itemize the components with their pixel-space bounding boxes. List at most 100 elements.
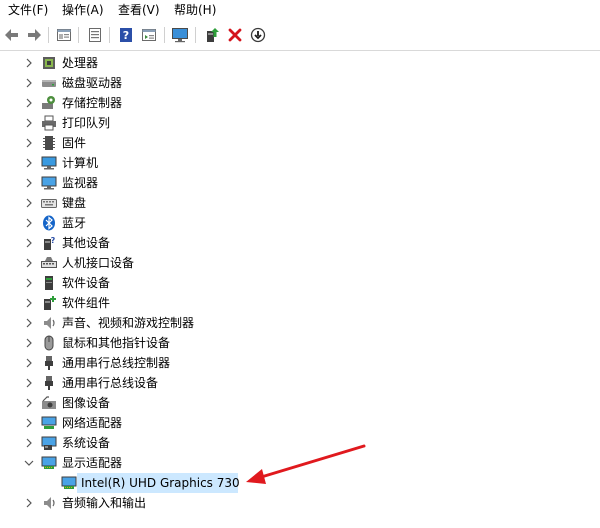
- firmware-icon: [43, 136, 55, 150]
- tree-item-disk-drives[interactable]: 磁盘驱动器: [0, 73, 600, 93]
- graphics-card-icon: [61, 476, 77, 489]
- details-icon[interactable]: [139, 25, 159, 45]
- tree-item-label: 打印队列: [62, 116, 111, 130]
- toolbar-separator: [48, 27, 49, 43]
- chevron-right-icon[interactable]: [23, 417, 35, 429]
- tree-item-label: 其他设备: [62, 236, 111, 250]
- tree-item-label: 人机接口设备: [62, 256, 135, 270]
- computer-icon: [41, 156, 57, 170]
- chevron-right-icon[interactable]: [23, 197, 35, 209]
- download-icon[interactable]: [248, 25, 268, 45]
- chevron-right-icon[interactable]: [23, 437, 35, 449]
- monitor-icon[interactable]: [170, 25, 190, 45]
- device-tree: 处理器 磁盘驱动器 存储控制器 打印队列 固件 计算机 监视器 键盘 蓝牙 ? …: [0, 51, 600, 528]
- monitor-icon: [41, 176, 57, 190]
- system-device-icon: [41, 436, 57, 450]
- list-icon[interactable]: [85, 25, 105, 45]
- camera-icon: [42, 396, 56, 409]
- tree-item-software-devices[interactable]: 软件设备: [0, 273, 600, 293]
- tree-item-display-adapters[interactable]: 显示适配器: [0, 453, 600, 473]
- mouse-icon: [44, 335, 54, 351]
- tree-item-network-adapters[interactable]: 网络适配器: [0, 413, 600, 433]
- toolbar: ?: [0, 22, 600, 48]
- tree-item-hid[interactable]: 人机接口设备: [0, 253, 600, 273]
- chevron-right-icon[interactable]: [23, 337, 35, 349]
- uninstall-icon[interactable]: [225, 25, 245, 45]
- tree-item-storage-controllers[interactable]: 存储控制器: [0, 93, 600, 113]
- printer-icon: [42, 115, 56, 131]
- tree-item-firmware[interactable]: 固件: [0, 133, 600, 153]
- tree-item-label: 蓝牙: [62, 216, 87, 230]
- tree-item-processor[interactable]: 处理器: [0, 53, 600, 73]
- tree-item-label: 处理器: [62, 56, 99, 70]
- tree-item-print-queues[interactable]: 打印队列: [0, 113, 600, 133]
- chevron-right-icon[interactable]: [23, 297, 35, 309]
- chevron-right-icon[interactable]: [23, 257, 35, 269]
- chevron-right-icon[interactable]: [23, 397, 35, 409]
- chevron-right-icon[interactable]: [23, 377, 35, 389]
- tree-item-keyboards[interactable]: 键盘: [0, 193, 600, 213]
- tree-item-system-devices[interactable]: 系统设备: [0, 433, 600, 453]
- processor-icon: [43, 57, 55, 69]
- tree-item-mice[interactable]: 鼠标和其他指针设备: [0, 333, 600, 353]
- storage-controller-icon: [42, 96, 55, 109]
- tree-item-other-devices[interactable]: ? 其他设备: [0, 233, 600, 253]
- tree-item-label: 显示适配器: [62, 456, 123, 470]
- svg-text:?: ?: [123, 29, 129, 42]
- toolbar-separator: [164, 27, 165, 43]
- other-devices-icon: ?: [44, 236, 56, 250]
- chevron-right-icon[interactable]: [23, 177, 35, 189]
- menu-action[interactable]: 操作(A): [62, 2, 104, 18]
- tree-item-label: 存储控制器: [62, 96, 123, 110]
- tree-item-software-components[interactable]: 软件组件: [0, 293, 600, 313]
- tree-item-computer[interactable]: 计算机: [0, 153, 600, 173]
- forward-icon[interactable]: [24, 25, 44, 45]
- tree-item-usb-devices[interactable]: 通用串行总线设备: [0, 373, 600, 393]
- tree-item-label: 图像设备: [62, 396, 111, 410]
- chevron-right-icon[interactable]: [23, 157, 35, 169]
- tree-item-audio-io[interactable]: 音频输入和输出: [0, 493, 600, 513]
- help-icon[interactable]: ?: [116, 25, 136, 45]
- menu-help[interactable]: 帮助(H): [174, 2, 216, 18]
- chevron-right-icon[interactable]: [23, 117, 35, 129]
- properties-icon[interactable]: [54, 25, 74, 45]
- tree-item-label: 系统设备: [62, 436, 111, 450]
- chevron-right-icon[interactable]: [23, 217, 35, 229]
- usb-icon: [45, 356, 53, 370]
- tree-item-label: Intel(R) UHD Graphics 730: [81, 476, 240, 490]
- chevron-right-icon[interactable]: [23, 277, 35, 289]
- tree-item-imaging-devices[interactable]: 图像设备: [0, 393, 600, 413]
- tree-item-label: 声音、视频和游戏控制器: [62, 316, 195, 330]
- menu-file[interactable]: 文件(F): [8, 2, 48, 18]
- tree-item-bluetooth[interactable]: 蓝牙: [0, 213, 600, 233]
- menu-bar: 文件(F) 操作(A) 查看(V) 帮助(H): [0, 0, 600, 20]
- back-icon[interactable]: [2, 25, 22, 45]
- tree-item-label: 监视器: [62, 176, 99, 190]
- chevron-down-icon[interactable]: [23, 457, 35, 469]
- menu-view[interactable]: 查看(V): [118, 2, 160, 18]
- keyboard-icon: [41, 199, 57, 208]
- update-driver-icon[interactable]: [202, 25, 222, 45]
- tree-item-label: 通用串行总线设备: [62, 376, 159, 390]
- chevron-right-icon[interactable]: [23, 357, 35, 369]
- chevron-right-icon[interactable]: [23, 497, 35, 509]
- hid-icon: [41, 257, 57, 268]
- chevron-right-icon[interactable]: [23, 77, 35, 89]
- tree-item-label: 软件设备: [62, 276, 111, 290]
- display-adapter-icon: [41, 456, 57, 469]
- tree-item-label: 鼠标和其他指针设备: [62, 336, 171, 350]
- tree-item-usb-controllers[interactable]: 通用串行总线控制器: [0, 353, 600, 373]
- tree-item-monitors[interactable]: 监视器: [0, 173, 600, 193]
- chevron-right-icon[interactable]: [23, 57, 35, 69]
- tree-item-intel-uhd-graphics[interactable]: Intel(R) UHD Graphics 730: [0, 473, 600, 493]
- tree-item-label: 磁盘驱动器: [62, 76, 123, 90]
- tree-item-sound-video-game[interactable]: 声音、视频和游戏控制器: [0, 313, 600, 333]
- toolbar-separator: [195, 27, 196, 43]
- tree-item-label: 计算机: [62, 156, 99, 170]
- chevron-right-icon[interactable]: [23, 137, 35, 149]
- chevron-right-icon[interactable]: [23, 237, 35, 249]
- tree-item-label: 固件: [62, 136, 87, 150]
- chevron-right-icon[interactable]: [23, 317, 35, 329]
- chevron-right-icon[interactable]: [23, 97, 35, 109]
- disk-drive-icon: [42, 80, 56, 87]
